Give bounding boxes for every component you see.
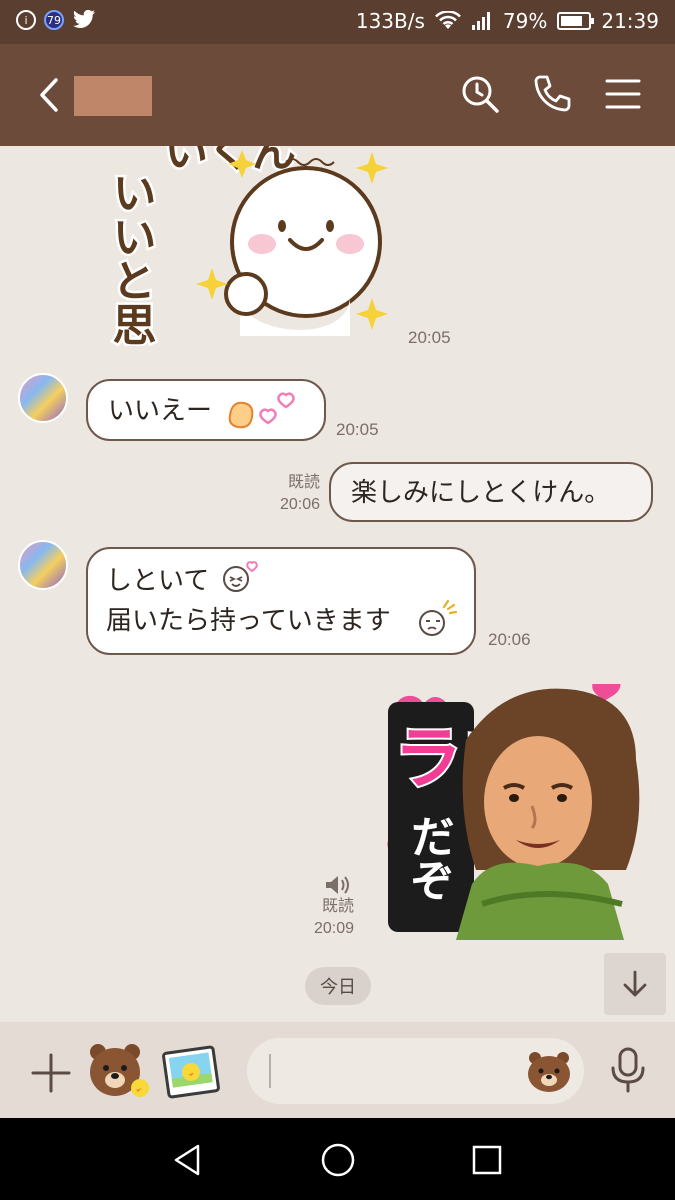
message-time: 20:06 — [488, 630, 531, 649]
sticker-text-dazo: だぞ — [403, 814, 454, 902]
read-label: 既読 — [321, 898, 354, 915]
status-left-icons: i 79 — [16, 10, 96, 30]
outgoing-message-bubble[interactable]: 楽しみにしとくけん。 — [329, 462, 653, 522]
system-nav-bar — [0, 1118, 675, 1200]
chat-area: いくん いいと思う 20:05 いいえー 20:05 既読 20:06 楽しみに… — [0, 146, 675, 1022]
battery-fill — [561, 16, 583, 26]
plus-icon[interactable] — [28, 1050, 74, 1096]
hand-heart-emoji-icon — [228, 392, 295, 429]
status-right-icons: 133B/s 79% 21:39 — [356, 9, 659, 33]
read-label: 既読 — [287, 474, 320, 491]
read-status: 既読 20:09 — [290, 874, 354, 940]
message-time: 20:05 — [408, 328, 451, 347]
message-text-line1: しといて — [106, 566, 210, 596]
menu-icon[interactable] — [601, 72, 645, 116]
signal-icon — [471, 12, 490, 30]
scroll-to-bottom-button[interactable] — [604, 953, 666, 1015]
chat-header — [0, 44, 675, 146]
love-sticker: ラブ だぞ — [387, 677, 640, 940]
phone-icon[interactable] — [530, 72, 574, 116]
info-icon: i — [16, 10, 36, 30]
message-text: 楽しみにしとくけん。 — [351, 478, 611, 508]
brown-bear-sticker-icon[interactable] — [86, 1038, 150, 1102]
microphone-icon[interactable] — [608, 1046, 648, 1094]
message-time: 20:05 — [336, 420, 379, 439]
back-triangle-icon[interactable] — [168, 1140, 208, 1180]
message-time: 20:06 — [279, 496, 320, 513]
laughing-face-emoji-icon — [223, 561, 258, 592]
photo-icon[interactable] — [160, 1042, 222, 1102]
input-bar — [0, 1022, 675, 1118]
incoming-message-bubble[interactable]: いいえー — [86, 379, 326, 441]
bear-face-icon[interactable] — [526, 1048, 572, 1094]
message-time: 20:09 — [313, 920, 354, 937]
recents-square-icon[interactable] — [467, 1140, 507, 1180]
twitter-icon — [73, 10, 95, 28]
crying-face-emoji-icon — [419, 599, 458, 636]
speaker-icon — [326, 876, 349, 894]
wifi-icon — [435, 11, 461, 29]
notification-badge-count: 79 — [47, 13, 61, 27]
incoming-message-bubble[interactable]: しといて 届いたら持っていきます — [86, 547, 476, 655]
message-input[interactable] — [247, 1038, 584, 1104]
sticker-message[interactable]: いくん いいと思う — [100, 146, 400, 393]
date-badge: 今日 — [305, 967, 371, 1005]
read-status: 既読 20:06 — [256, 472, 320, 516]
clock: 21:39 — [601, 9, 659, 33]
chat-title — [74, 76, 152, 116]
text-caret — [269, 1054, 271, 1088]
notification-badge-icon: 79 — [44, 10, 64, 30]
battery-icon — [557, 12, 595, 30]
battery-percent: 79% — [502, 9, 548, 33]
network-speed: 133B/s — [355, 9, 425, 33]
sticker-text-line2: いいと思う — [105, 170, 156, 346]
home-circle-icon[interactable] — [318, 1140, 358, 1180]
sticker-message[interactable]: ラブ だぞ — [382, 677, 640, 942]
arrow-down-icon — [623, 970, 647, 997]
smiling-character-sticker: いくん いいと思う — [102, 146, 388, 393]
status-bar: i 79 133B/s 79% 21:39 — [0, 0, 675, 44]
message-text-line2: 届いたら持っていきます — [106, 606, 391, 636]
avatar[interactable] — [18, 540, 68, 590]
avatar[interactable] — [18, 373, 68, 423]
search-icon[interactable] — [458, 72, 502, 116]
chevron-left-icon[interactable] — [28, 72, 72, 118]
